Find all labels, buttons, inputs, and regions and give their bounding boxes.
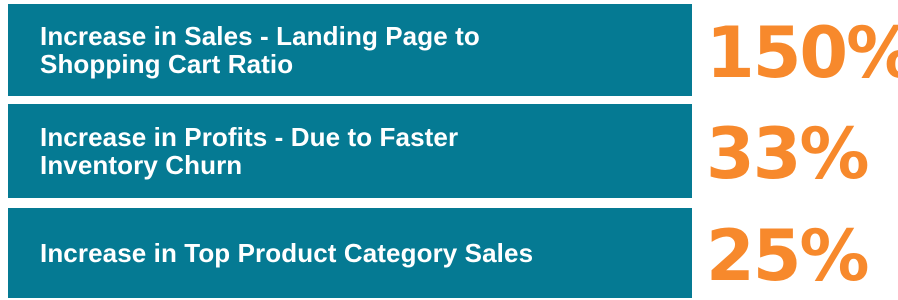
stat-label-box: Increase in Top Product Category Sales <box>8 208 692 298</box>
stat-label: Increase in Sales - Landing Page to Shop… <box>40 21 480 79</box>
stat-value: 33% <box>706 113 870 195</box>
stat-row-profits: Increase in Profits - Due to Faster Inve… <box>0 98 898 200</box>
stat-value: 25% <box>706 215 870 297</box>
stat-label-box: Increase in Sales - Landing Page to Shop… <box>8 4 692 96</box>
stat-value: 150% <box>706 12 898 94</box>
stat-label: Increase in Profits - Due to Faster Inve… <box>40 122 459 180</box>
stat-row-sales: Increase in Sales - Landing Page to Shop… <box>0 0 898 98</box>
stat-row-category: Increase in Top Product Category Sales 2… <box>0 200 898 300</box>
stat-label-box: Increase in Profits - Due to Faster Inve… <box>8 104 692 198</box>
stat-label: Increase in Top Product Category Sales <box>40 238 534 268</box>
